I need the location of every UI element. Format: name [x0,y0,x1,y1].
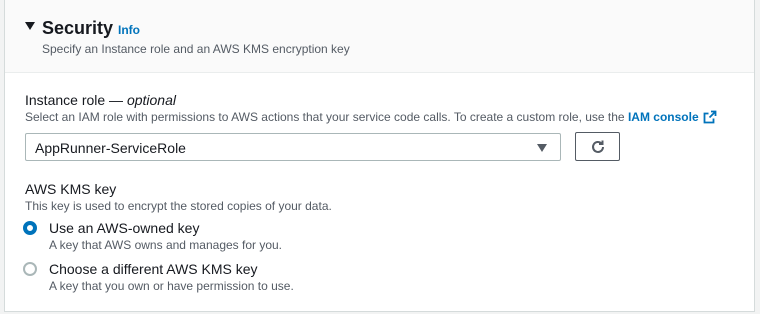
radio-button-checked[interactable] [23,221,37,235]
radio-description: A key that you own or have permission to… [49,279,294,293]
radio-label[interactable]: Choose a different AWS KMS key [49,260,258,278]
optional-tag: optional [126,92,176,108]
kms-key-label: AWS KMS key [25,181,117,197]
section-subtitle: Specify an Instance role and an AWS KMS … [42,42,350,56]
refresh-icon [591,140,604,153]
security-panel: Security Info Specify an Instance role a… [4,0,755,312]
instance-role-label: Instance role — optional [25,91,176,109]
iam-console-link[interactable]: IAM console [628,110,699,124]
info-link[interactable]: Info [118,22,140,38]
caret-down-icon[interactable] [25,22,35,30]
radio-description: A key that AWS owns and manages for you. [49,238,283,252]
radio-button-unchecked[interactable] [23,262,37,276]
dropdown-caret-icon [537,144,547,152]
instance-role-select-value: AppRunner-ServiceRole [35,140,186,156]
external-link-icon[interactable] [703,110,717,128]
kms-key-description: This key is used to encrypt the stored c… [25,199,332,213]
instance-role-select[interactable]: AppRunner-ServiceRole [25,133,561,161]
section-header: Security Info Specify an Instance role a… [5,0,754,73]
instance-role-description-text: Select an IAM role with permissions to A… [25,110,628,124]
refresh-button[interactable] [575,132,620,161]
instance-role-description: Select an IAM role with permissions to A… [25,109,717,128]
section-title[interactable]: Security [42,16,113,40]
radio-label[interactable]: Use an AWS-owned key [49,219,199,237]
instance-role-label-text: Instance role — [25,92,127,108]
